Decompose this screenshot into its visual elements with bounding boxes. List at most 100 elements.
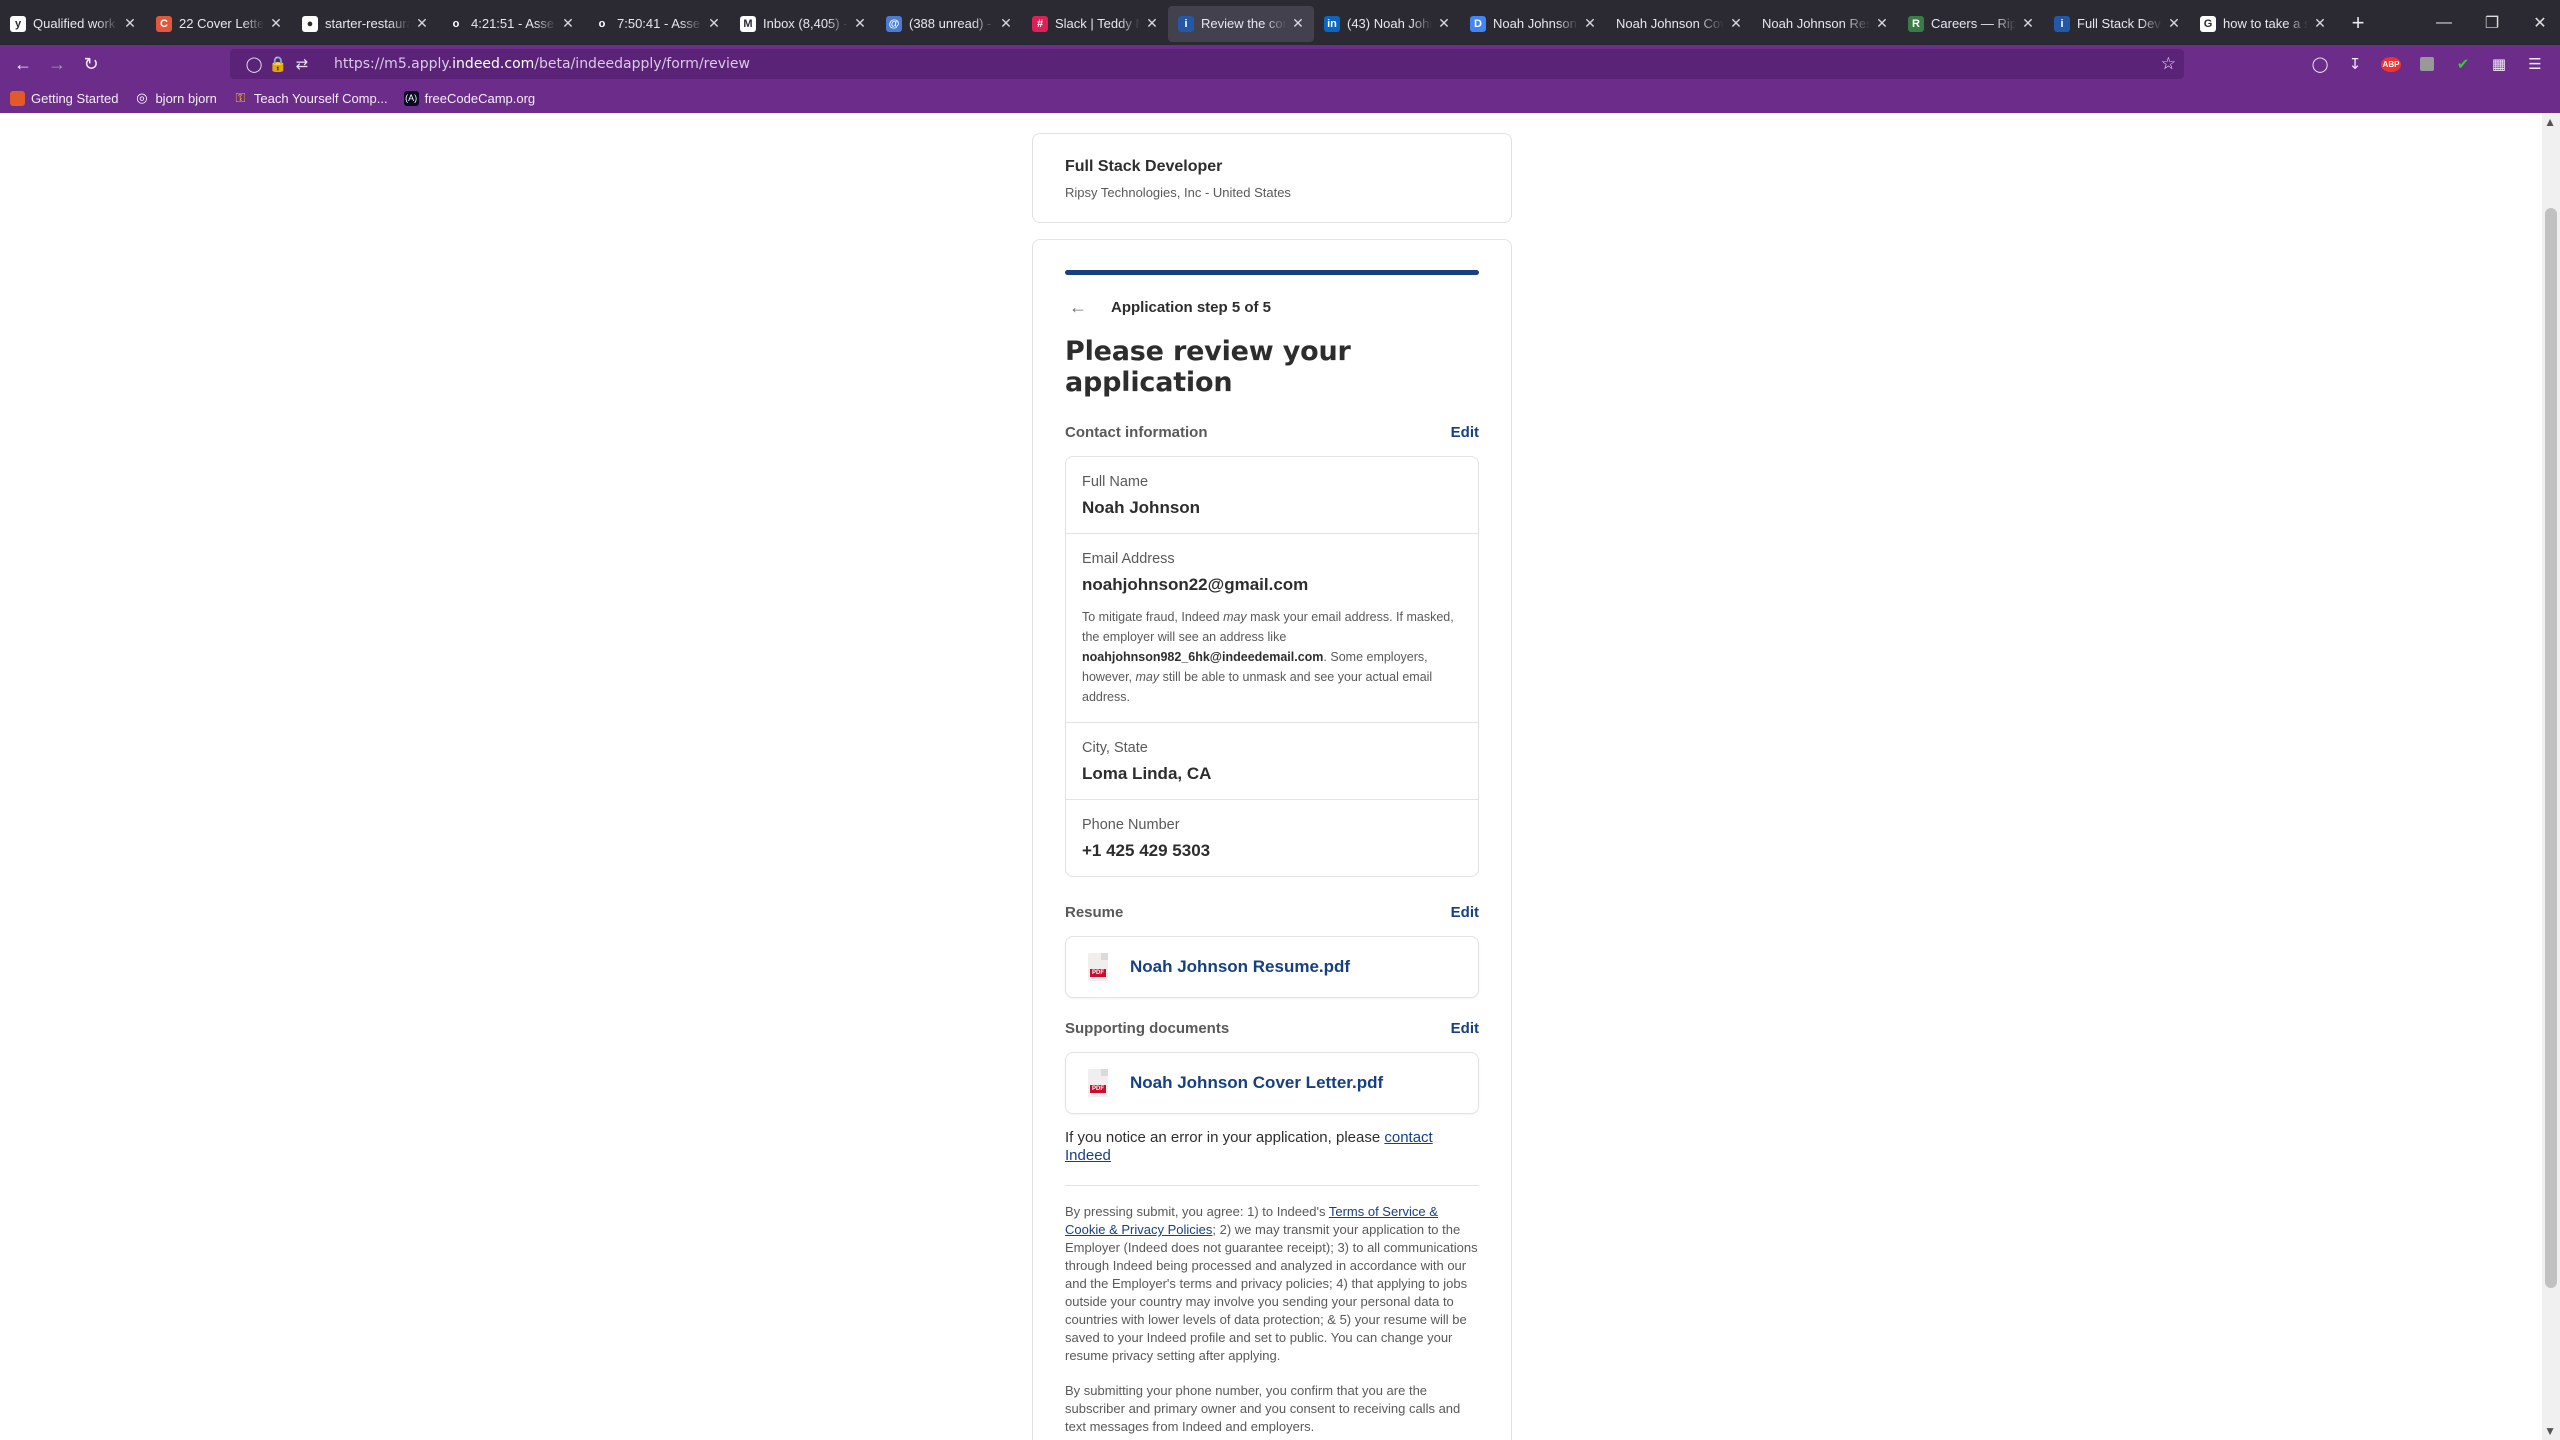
extension-icon[interactable]: [2412, 49, 2442, 79]
bookmark-getting-started[interactable]: Getting Started: [10, 90, 118, 106]
tab-title: Review the cont: [1201, 16, 1286, 31]
page-title: Please review your application: [1065, 336, 1351, 398]
bookmark-star-icon[interactable]: ☆: [2161, 54, 2176, 74]
pocket-icon[interactable]: ◯: [2305, 49, 2335, 79]
phone-consent-text: By submitting your phone number, you con…: [1065, 1383, 1461, 1434]
full-name-label: Full Name: [1082, 474, 1149, 490]
tab-favicon-icon: M: [740, 15, 756, 32]
browser-tab[interactable]: o 7:50:41 - Asse ✕: [584, 6, 730, 42]
phone-row: Phone Number +1 425 429 5303: [1066, 800, 1478, 876]
address-bar[interactable]: ◯ 🔒 ⇄ https://m5.apply.indeed.com/beta/i…: [230, 49, 2184, 79]
contact-section-header: Contact information Edit: [1065, 424, 1479, 441]
supporting-docs-label: Supporting documents: [1065, 1020, 1230, 1037]
close-window-icon[interactable]: ✕: [2516, 0, 2560, 45]
email-label: Email Address: [1082, 551, 1175, 567]
tab-close-icon[interactable]: ✕: [1874, 15, 1890, 32]
full-name-value: Noah Johnson: [1082, 498, 1201, 517]
tab-close-icon[interactable]: ✕: [1436, 15, 1452, 32]
scroll-down-icon[interactable]: ▼: [2544, 1424, 2556, 1438]
back-arrow-icon[interactable]: ←: [6, 49, 40, 79]
check-extension-icon[interactable]: ✔: [2448, 49, 2478, 79]
page-scrollbar[interactable]: ▲ ▼: [2542, 113, 2560, 1440]
browser-tab[interactable]: o 4:21:51 - Asse ✕: [438, 6, 584, 42]
scroll-up-icon[interactable]: ▲: [2544, 115, 2556, 129]
tab-title: starter-restaurant: [325, 16, 410, 31]
tab-close-icon[interactable]: ✕: [2166, 15, 2182, 32]
browser-tab[interactable]: i Review the cont ✕: [1168, 5, 1314, 42]
tab-close-icon[interactable]: ✕: [2020, 15, 2036, 32]
divider: [1065, 1185, 1479, 1186]
tab-close-icon[interactable]: ✕: [1582, 15, 1598, 32]
tab-title: Noah Johnson Resu: [1762, 16, 1870, 31]
browser-tab[interactable]: Ghow to take a scr ✕: [2190, 6, 2336, 42]
bookmark-freecodecamp[interactable]: (A) freeCodeCamp.org: [403, 90, 535, 106]
tab-close-icon[interactable]: ✕: [122, 15, 138, 32]
tab-favicon-icon: @: [886, 15, 902, 32]
browser-tab[interactable]: Noah Johnson Resu ✕: [1752, 6, 1898, 42]
tab-close-icon[interactable]: ✕: [852, 15, 868, 32]
tab-close-icon[interactable]: ✕: [1144, 15, 1160, 32]
tab-title: Noah Johnson Cover: [1616, 16, 1724, 31]
edit-supporting-docs-button[interactable]: Edit: [1451, 1020, 1479, 1037]
tab-favicon-icon: #: [1032, 15, 1048, 32]
resume-section-label: Resume: [1065, 904, 1124, 921]
menu-icon[interactable]: ☰: [2520, 49, 2550, 79]
restore-icon[interactable]: ❐: [2468, 0, 2516, 45]
tab-close-icon[interactable]: ✕: [2312, 15, 2328, 32]
bookmark-teach-yourself[interactable]: ⚿ Teach Yourself Comp...: [233, 90, 387, 106]
pdf-file-icon: PDF: [1088, 1069, 1108, 1097]
browser-tab[interactable]: i Full Stack Develo ✕: [2044, 6, 2190, 42]
tab-favicon-icon: i: [2054, 15, 2070, 32]
forward-arrow-icon[interactable]: →: [40, 49, 74, 79]
tab-close-icon[interactable]: ✕: [706, 15, 722, 32]
browser-tab[interactable]: y Qualified work at ✕: [0, 6, 146, 42]
cover-letter-file-name[interactable]: Noah Johnson Cover Letter.pdf: [1130, 1073, 1383, 1093]
browser-tab[interactable]: # Slack | Teddy Mi ✕: [1022, 6, 1168, 42]
reload-icon[interactable]: ↻: [74, 49, 108, 79]
page-viewport: Full Stack Developer Ripsy Technologies,…: [0, 113, 2560, 1440]
browser-tab[interactable]: M Inbox (8,405) - n ✕: [730, 6, 876, 42]
supporting-docs-section-header: Supporting documents Edit: [1065, 1020, 1479, 1037]
url-text[interactable]: https://m5.apply.indeed.com/beta/indeeda…: [334, 56, 750, 72]
tab-close-icon[interactable]: ✕: [268, 15, 284, 32]
bookmark-bjorn[interactable]: ◎ bjorn bjorn: [134, 90, 217, 106]
browser-tab[interactable]: in (43) Noah Johns ✕: [1314, 6, 1460, 42]
step-indicator: ← Application step 5 of 5: [1065, 297, 1479, 318]
tab-close-icon[interactable]: ✕: [560, 15, 576, 32]
tab-title: 22 Cover Letter T: [179, 16, 264, 31]
browser-tab[interactable]: @ (388 unread) - n ✕: [876, 6, 1022, 42]
tab-close-icon[interactable]: ✕: [998, 15, 1014, 32]
lock-icon[interactable]: 🔒: [266, 55, 290, 73]
tab-favicon-icon: y: [10, 15, 26, 32]
tab-title: Noah Johnson C: [1493, 16, 1578, 31]
browser-tab[interactable]: C 22 Cover Letter T ✕: [146, 6, 292, 42]
browser-tab[interactable]: ● starter-restaurant ✕: [292, 6, 438, 42]
tracking-shield-icon[interactable]: ◯: [242, 55, 266, 73]
cover-letter-file[interactable]: PDF Noah Johnson Cover Letter.pdf: [1065, 1052, 1479, 1114]
back-step-icon[interactable]: ←: [1069, 297, 1095, 318]
scrollbar-thumb[interactable]: [2545, 208, 2557, 1288]
browser-tab[interactable]: Noah Johnson Cover ✕: [1606, 6, 1752, 42]
adblock-icon[interactable]: ABP: [2376, 49, 2406, 79]
browser-tab[interactable]: R Careers — Ripsy ✕: [1898, 6, 2044, 42]
edit-resume-button[interactable]: Edit: [1451, 904, 1479, 921]
tab-title: Inbox (8,405) - n: [763, 16, 848, 31]
edit-contact-button[interactable]: Edit: [1451, 424, 1479, 441]
tab-favicon-icon: o: [448, 15, 464, 32]
resume-file-name[interactable]: Noah Johnson Resume.pdf: [1130, 957, 1350, 977]
firefox-icon: [10, 90, 25, 106]
full-name-row: Full Name Noah Johnson: [1066, 457, 1478, 534]
browser-tab[interactable]: D Noah Johnson C ✕: [1460, 6, 1606, 42]
tab-close-icon[interactable]: ✕: [414, 15, 430, 32]
tab-title: Qualified work at: [33, 16, 118, 31]
downloads-icon[interactable]: ↧: [2340, 49, 2370, 79]
reader-view-icon[interactable]: ▦: [2484, 49, 2514, 79]
resume-file[interactable]: PDF Noah Johnson Resume.pdf: [1065, 936, 1479, 998]
tab-close-icon[interactable]: ✕: [1728, 15, 1744, 32]
tab-close-icon[interactable]: ✕: [1290, 15, 1306, 32]
city-row: City, State Loma Linda, CA: [1066, 723, 1478, 800]
new-tab-button[interactable]: +: [2340, 10, 2376, 36]
permissions-icon[interactable]: ⇄: [290, 55, 314, 73]
phone-label: Phone Number: [1082, 817, 1180, 833]
minimize-icon[interactable]: —: [2420, 0, 2468, 45]
